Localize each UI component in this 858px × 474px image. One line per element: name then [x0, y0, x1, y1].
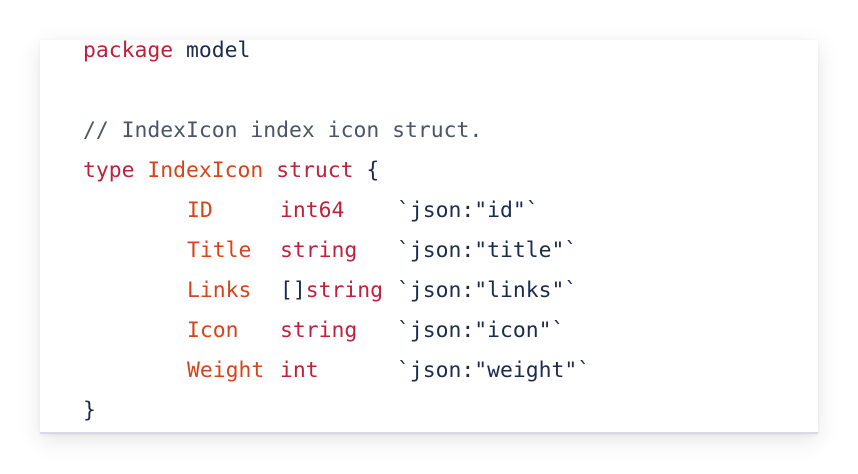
close-brace: } — [83, 398, 96, 423]
code-line-type-decl: type IndexIcon struct { — [83, 151, 379, 191]
field-tag: `json:"id"` — [397, 198, 539, 223]
code-line-comment: // IndexIcon index icon struct. — [83, 111, 482, 151]
code-block: package model // IndexIcon index icon st… — [40, 40, 818, 434]
field-name: Icon — [187, 318, 239, 343]
keyword-struct: struct — [276, 158, 354, 183]
keyword-package: package — [83, 40, 174, 63]
line-number-gutter — [40, 40, 50, 432]
field-tag: `json:"links"` — [397, 278, 578, 303]
field-tag: `json:"icon"` — [397, 318, 565, 343]
field-type: string — [280, 318, 358, 343]
code-line-field: ID int64 `json:"id"` — [83, 191, 539, 231]
field-name: Weight — [187, 358, 265, 383]
open-brace: { — [366, 158, 380, 183]
field-type: int64 — [280, 198, 345, 223]
field-type: []string — [280, 278, 384, 303]
code-line-field: Links []string `json:"links"` — [83, 271, 577, 311]
field-name: Title — [187, 238, 252, 263]
code-line-field: Title string `json:"title"` — [83, 231, 577, 271]
field-name: ID — [187, 198, 213, 223]
type-name: IndexIcon — [147, 158, 264, 183]
code-line-package: package model — [83, 40, 250, 71]
code-line-field: Icon string `json:"icon"` — [83, 311, 564, 351]
page: package model // IndexIcon index icon st… — [0, 0, 858, 474]
code-line-close: } — [83, 391, 96, 431]
field-tag: `json:"weight"` — [397, 358, 591, 383]
field-tag: `json:"title"` — [397, 238, 578, 263]
package-name: model — [186, 40, 251, 63]
field-name: Links — [187, 278, 252, 303]
field-type: int — [280, 358, 319, 383]
keyword-type: type — [83, 158, 135, 183]
field-type: string — [280, 238, 358, 263]
code-comment: // IndexIcon index icon struct. — [83, 118, 483, 143]
code-line-field: Weight int `json:"weight"` — [83, 351, 590, 391]
